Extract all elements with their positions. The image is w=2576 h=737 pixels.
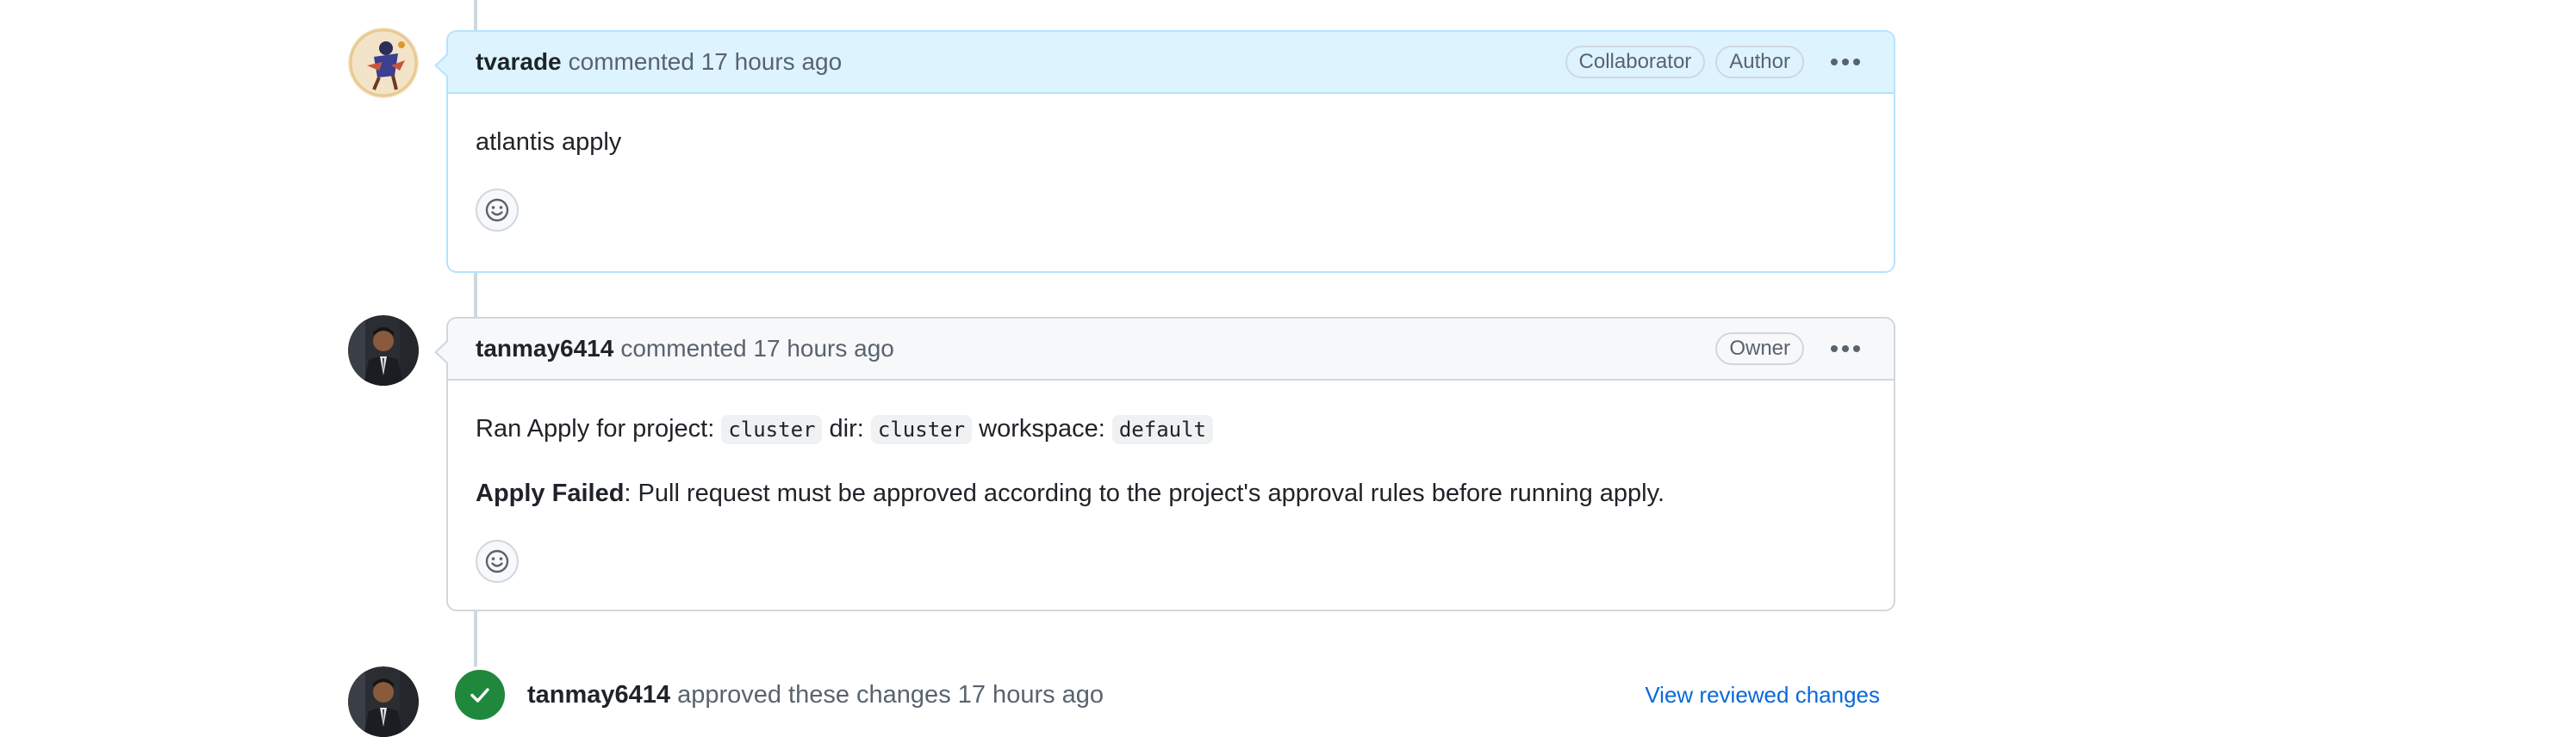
avatar-tvarade[interactable] <box>348 28 419 98</box>
view-reviewed-changes-link[interactable]: View reviewed changes <box>1645 682 1880 709</box>
comment-tanmay6414: tanmay6414 commented 17 hours ago Owner … <box>434 317 1895 611</box>
smiley-icon[interactable] <box>476 189 519 232</box>
comment-header-actions: Owner <box>1715 331 1866 366</box>
comment-author-link[interactable]: tanmay6414 <box>476 335 613 362</box>
comment-body: atlantis apply <box>448 94 1894 259</box>
comment-text: atlantis apply <box>476 128 622 156</box>
comment-arrow <box>434 53 449 78</box>
comment-header: tvarade commented 17 hours ago Collabora… <box>434 32 1894 94</box>
workspace-label: workspace: <box>979 415 1105 443</box>
comment-header-actions: Collaborator Author <box>1565 45 1866 79</box>
comment-author-link[interactable]: tvarade <box>476 48 562 76</box>
comment-tvarade: tvarade commented 17 hours ago Collabora… <box>434 30 1895 273</box>
comment-arrow <box>434 339 449 365</box>
apply-failed-message: : Pull request must be approved accordin… <box>624 480 1665 507</box>
smiley-icon[interactable] <box>476 540 519 583</box>
review-meta: approved these changes 17 hours ago <box>677 680 1104 709</box>
comment-timestamp[interactable]: commented 17 hours ago <box>620 335 894 362</box>
review-event: tanmay6414 approved these changes 17 hou… <box>446 666 1895 723</box>
dir-code: cluster <box>870 415 973 444</box>
kebab-horizontal-icon[interactable] <box>1825 45 1866 79</box>
avatar-tanmay6414[interactable] <box>348 315 419 386</box>
dir-label: dir: <box>829 415 864 443</box>
author-badge: Author <box>1715 46 1804 78</box>
collaborator-badge: Collaborator <box>1565 46 1706 78</box>
review-author-link[interactable]: tanmay6414 <box>527 681 670 709</box>
apply-failed-label: Apply Failed <box>476 480 625 507</box>
owner-badge: Owner <box>1715 332 1804 365</box>
check-icon <box>451 666 508 723</box>
avatar-tanmay6414-review[interactable] <box>348 666 419 737</box>
comment-timestamp[interactable]: commented 17 hours ago <box>569 48 843 76</box>
project-label: Ran Apply for project: <box>476 415 715 443</box>
project-code: cluster <box>721 415 823 444</box>
apply-summary-line: Ran Apply for project: cluster dir: clus… <box>476 412 1866 447</box>
comment-header: tanmay6414 commented 17 hours ago Owner <box>434 319 1894 381</box>
workspace-code: default <box>1111 415 1214 444</box>
comment-body: Ran Apply for project: cluster dir: clus… <box>448 381 1894 610</box>
kebab-horizontal-icon[interactable] <box>1825 331 1866 366</box>
apply-failed-line: Apply Failed: Pull request must be appro… <box>476 476 1866 511</box>
